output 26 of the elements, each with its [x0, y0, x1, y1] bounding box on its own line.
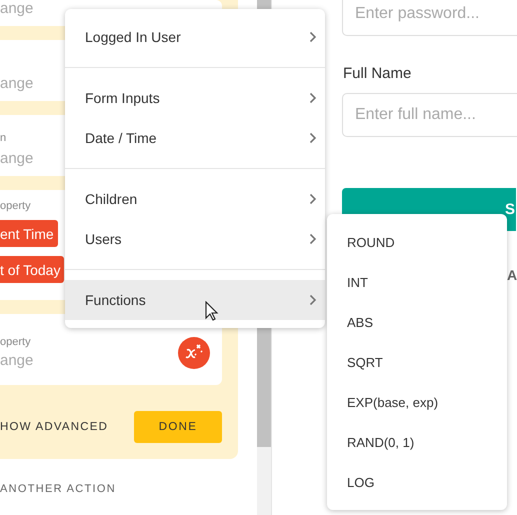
menu-item[interactable]: Children	[65, 179, 325, 219]
password-field[interactable]: Enter password...	[342, 0, 517, 36]
full-name-field[interactable]: Enter full name...	[342, 93, 517, 137]
menu-item[interactable]: INT	[327, 262, 507, 302]
section-heading: A	[507, 267, 517, 283]
field-label: Full Name	[343, 65, 412, 82]
field-label: operty	[0, 200, 31, 212]
value-button[interactable]: ent Time	[0, 220, 58, 247]
menu-item[interactable]: EXP(base, exp)	[327, 382, 507, 422]
field-label: n	[0, 132, 6, 144]
add-action-link[interactable]: ANOTHER ACTION	[0, 483, 255, 495]
menu-item[interactable]: LOG	[327, 462, 507, 502]
field-label: operty	[0, 336, 31, 348]
menu-item[interactable]: Users	[65, 219, 325, 259]
menu-item[interactable]: Logged In User	[65, 17, 325, 57]
menu-item[interactable]: SQRT	[327, 342, 507, 382]
cursor-icon	[205, 301, 219, 321]
menu-item[interactable]: Functions	[65, 280, 325, 320]
menu-item[interactable]: ABS	[327, 302, 507, 342]
show-advanced-link[interactable]: HOW ADVANCED	[0, 421, 108, 433]
menu-item[interactable]: Form Inputs	[65, 78, 325, 118]
formula-icon[interactable]	[178, 337, 210, 369]
done-button[interactable]: DONE	[134, 411, 222, 443]
value-button[interactable]: t of Today	[0, 256, 64, 283]
menu-item[interactable]: Date / Time	[65, 118, 325, 158]
menu-item[interactable]: RAND(0, 1)	[327, 422, 507, 462]
